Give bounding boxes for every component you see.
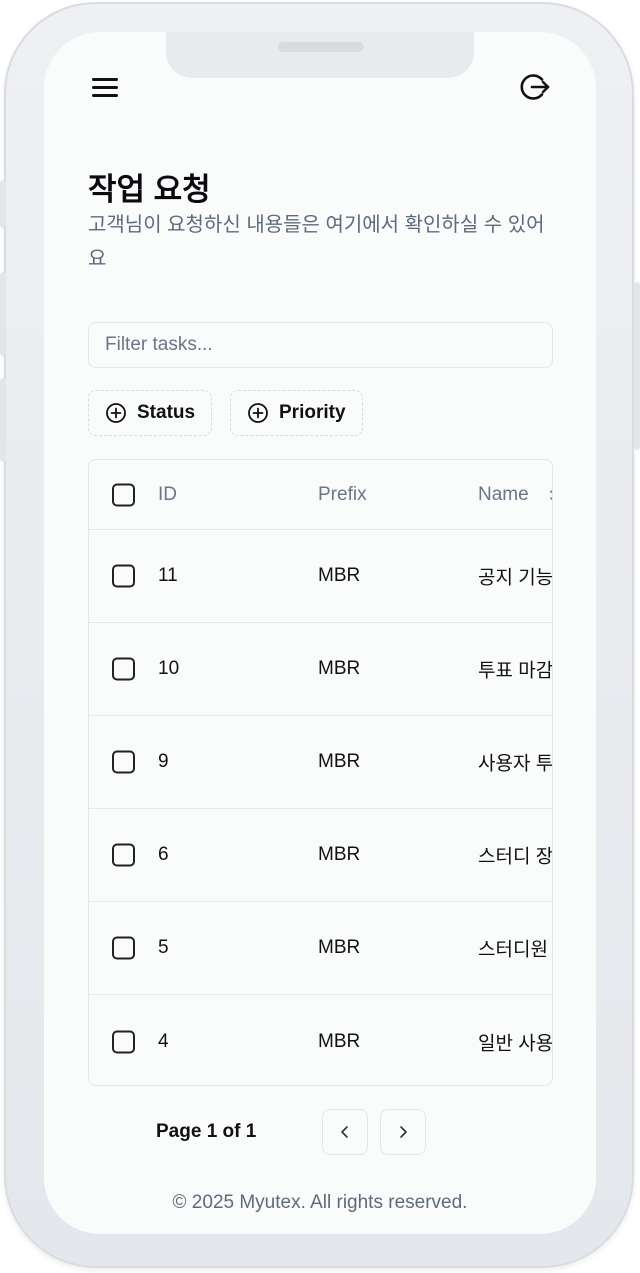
cell-name: 투표 마감	[478, 660, 553, 682]
cell-name: 공지 기능	[478, 567, 553, 589]
cell-name: 스터디 장	[478, 846, 553, 868]
phone-speaker	[278, 42, 364, 52]
status-filter-button[interactable]: Status	[88, 390, 213, 436]
column-header-prefix[interactable]: Prefix	[318, 484, 367, 506]
cell-prefix: MBR	[318, 937, 361, 958]
column-header-id[interactable]: ID	[158, 484, 177, 506]
cell-prefix: MBR	[318, 751, 361, 772]
phone-notch	[166, 32, 474, 78]
plus-circle-icon	[106, 403, 126, 423]
table-row[interactable]: 10 MBR 투표 마감	[89, 623, 553, 716]
cell-id: 9	[158, 751, 169, 772]
phone-volume-up-button	[0, 272, 6, 356]
table-row[interactable]: 9 MBR 사용자 투	[89, 716, 553, 809]
cell-prefix: MBR	[318, 658, 361, 679]
cell-id: 6	[158, 844, 169, 865]
cell-id: 5	[158, 937, 169, 958]
cell-prefix: MBR	[318, 1030, 361, 1052]
cell-id: 10	[158, 658, 180, 679]
cell-id: 11	[158, 565, 178, 586]
filter-tasks-input[interactable]	[88, 322, 553, 368]
row-checkbox[interactable]	[112, 1030, 135, 1053]
phone-side-button	[0, 180, 6, 228]
cell-id: 4	[158, 1030, 169, 1052]
sort-icon[interactable]	[548, 485, 553, 505]
footer-copyright: © 2025 Myutex. All rights reserved.	[172, 1192, 468, 1213]
plus-circle-icon	[248, 403, 268, 423]
row-checkbox[interactable]	[112, 936, 135, 960]
select-all-checkbox[interactable]	[112, 483, 135, 506]
logout-icon[interactable]	[518, 70, 552, 104]
column-header-name[interactable]: Name	[478, 484, 529, 506]
row-checkbox[interactable]	[112, 564, 135, 588]
previous-page-button[interactable]	[322, 1109, 368, 1155]
page-subtitle: 고객님이 요청하신 내용들은 여기에서 확인하실 수 있어요	[88, 214, 545, 270]
priority-filter-button[interactable]: Priority	[230, 390, 363, 436]
row-checkbox[interactable]	[112, 750, 135, 774]
phone-volume-down-button	[0, 378, 6, 462]
priority-filter-label: Priority	[279, 402, 346, 423]
next-page-button[interactable]	[380, 1109, 426, 1155]
cell-name: 일반 사용	[478, 1033, 553, 1054]
chevron-right-icon	[400, 1126, 407, 1138]
cell-name: 스터디원	[478, 939, 548, 961]
app-screen: 작업 요청 고객님이 요청하신 내용들은 여기에서 확인하실 수 있어요 Sta…	[44, 32, 596, 1234]
page-title: 작업 요청	[88, 172, 211, 207]
cell-prefix: MBR	[318, 565, 361, 586]
table-row[interactable]: 6 MBR 스터디 장	[89, 809, 553, 902]
table-header-row: ID Prefix Name	[89, 460, 553, 530]
row-checkbox[interactable]	[112, 657, 135, 681]
tasks-table: ID Prefix Name 11 MBR 공지 기능 10 MBR 투표 마감…	[88, 459, 553, 1086]
status-filter-label: Status	[137, 402, 196, 423]
cell-prefix: MBR	[318, 844, 361, 865]
table-row[interactable]: 11 MBR 공지 기능	[89, 530, 553, 623]
chevron-left-icon	[341, 1126, 348, 1138]
cell-name: 사용자 투	[478, 753, 553, 775]
table-row[interactable]: 4 MBR 일반 사용	[89, 995, 553, 1085]
pagination-label: Page 1 of 1	[156, 1121, 257, 1142]
row-checkbox[interactable]	[112, 843, 135, 867]
phone-power-button	[634, 282, 640, 450]
table-row[interactable]: 5 MBR 스터디원	[89, 902, 552, 995]
hamburger-menu-icon[interactable]	[90, 72, 120, 102]
